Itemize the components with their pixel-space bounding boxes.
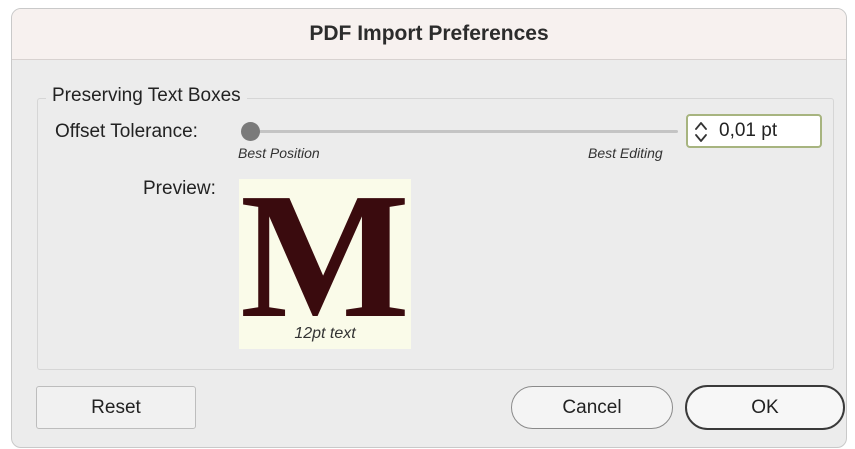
group-label: Preserving Text Boxes (46, 83, 247, 109)
ok-button[interactable]: OK (685, 385, 845, 430)
slider-max-label: Best Editing (588, 145, 663, 161)
offset-tolerance-slider-track[interactable] (248, 130, 678, 133)
reset-button[interactable]: Reset (36, 386, 196, 429)
cancel-button[interactable]: Cancel (511, 386, 673, 429)
preview-image: M 12pt text (239, 156, 411, 355)
up-down-chevrons-icon[interactable] (692, 119, 710, 145)
preview-letter: M (240, 156, 410, 355)
title-bar: PDF Import Preferences (12, 9, 846, 60)
dialog-title: PDF Import Preferences (309, 22, 549, 45)
offset-tolerance-label: Offset Tolerance: (55, 121, 198, 142)
offset-tolerance-value[interactable]: 0,01 pt (719, 116, 777, 146)
offset-tolerance-slider-thumb[interactable] (240, 122, 260, 141)
preview-label: Preview: (143, 178, 216, 199)
offset-tolerance-stepper[interactable]: 0,01 pt (686, 114, 822, 148)
preview-caption: 12pt text (294, 325, 356, 342)
pdf-import-preferences-dialog: PDF Import Preferences Preserving Text B… (11, 8, 847, 448)
